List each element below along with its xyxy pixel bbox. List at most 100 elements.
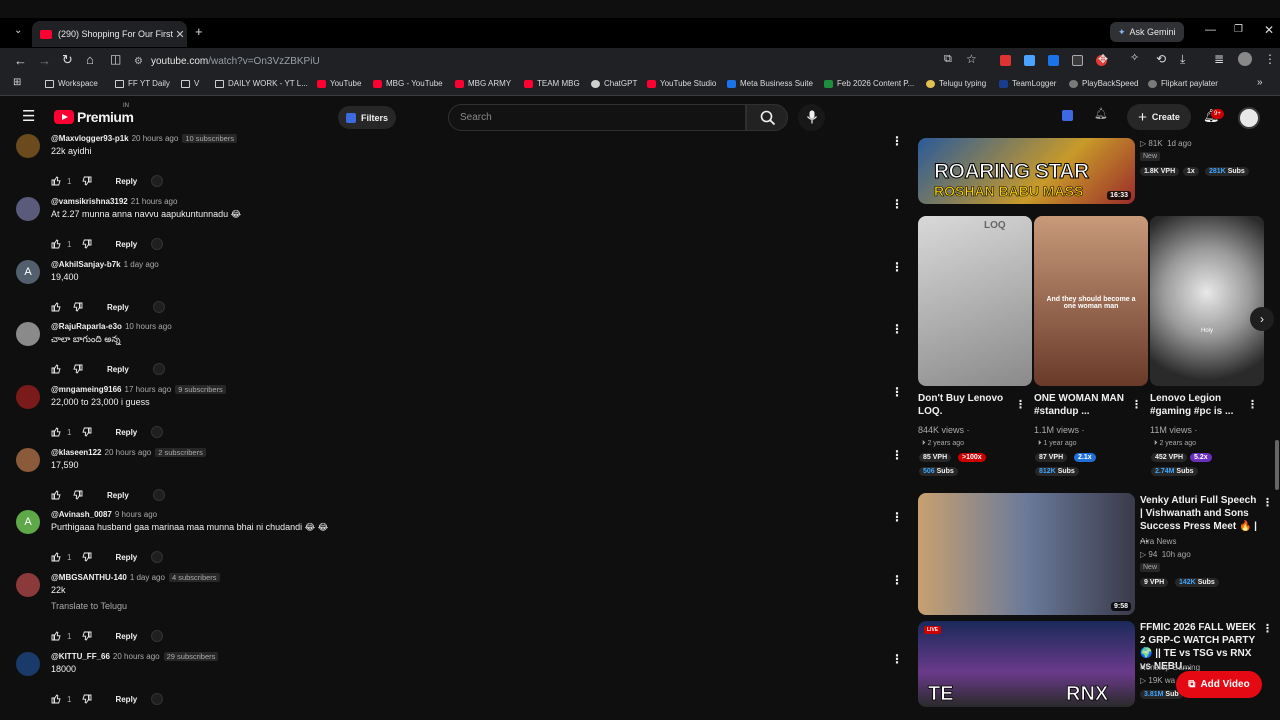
comment-timestamp[interactable]: 10 hours ago <box>125 322 172 331</box>
bell-outline-icon[interactable]: 🔔︎ <box>1094 109 1108 120</box>
comment-timestamp[interactable]: 17 hours ago <box>125 385 172 394</box>
bookmark-item[interactable]: YouTube Studio <box>647 79 716 88</box>
commenter-username[interactable]: @MBGSANTHU-140 <box>51 573 127 582</box>
like-button[interactable]: 1 <box>51 631 71 641</box>
bookmark-item[interactable]: PlayBackSpeed <box>1069 79 1138 88</box>
like-button[interactable]: 1 <box>51 694 71 704</box>
reply-button[interactable]: Reply <box>107 365 129 374</box>
site-info-icon[interactable]: ⚙ <box>134 56 143 67</box>
reply-button[interactable]: Reply <box>115 695 137 704</box>
comment-more-options-icon[interactable]: ⋮ <box>891 573 903 587</box>
media-controls-icon[interactable]: ≣ <box>1214 53 1224 65</box>
comment-timestamp[interactable]: 20 hours ago <box>113 652 160 661</box>
like-button[interactable]: 1 <box>51 427 71 437</box>
comment-more-options-icon[interactable]: ⋮ <box>891 510 903 524</box>
extension-toolbar-icon[interactable] <box>1062 110 1073 121</box>
short-thumbnail[interactable]: LOQ <box>918 216 1032 386</box>
extension-icon[interactable] <box>1048 55 1059 66</box>
new-tab-icon[interactable]: + <box>195 25 203 38</box>
comment-more-options-icon[interactable]: ⋮ <box>891 385 903 399</box>
bookmark-item[interactable]: Meta Business Suite <box>727 79 813 88</box>
comment-timestamp[interactable]: 20 hours ago <box>132 134 179 143</box>
download-icon[interactable]: ⤓ <box>1180 53 1185 65</box>
close-tab-icon[interactable]: ✕ <box>173 28 187 41</box>
reload-icon[interactable]: ↻ <box>62 53 73 66</box>
dislike-button[interactable] <box>82 552 92 562</box>
bookmark-item[interactable]: FF YT Daily <box>115 79 170 88</box>
commenter-username[interactable]: @RajuRaparla-e3o <box>51 322 122 331</box>
search-input[interactable]: Search <box>448 104 746 131</box>
reply-button[interactable]: Reply <box>107 491 129 500</box>
split-view-icon[interactable]: ◫ <box>110 53 121 65</box>
commenter-avatar[interactable] <box>16 573 40 597</box>
dislike-button[interactable] <box>82 427 92 437</box>
extension-icon[interactable] <box>1072 55 1083 66</box>
create-button[interactable]: + Create <box>1127 104 1191 130</box>
bookmark-star-icon[interactable]: ☆ <box>966 53 977 65</box>
commenter-avatar[interactable] <box>16 134 40 158</box>
commenter-avatar[interactable] <box>16 197 40 221</box>
commenter-avatar[interactable] <box>16 448 40 472</box>
creator-heart-icon[interactable] <box>152 489 165 501</box>
comment-more-options-icon[interactable]: ⋮ <box>891 197 903 211</box>
like-button[interactable]: 1 <box>51 176 71 186</box>
commenter-avatar[interactable]: A <box>16 260 40 284</box>
comment-timestamp[interactable]: 9 hours ago <box>115 510 157 519</box>
short-thumbnail[interactable]: Holy <box>1150 216 1264 386</box>
forward-icon[interactable]: → <box>38 54 51 67</box>
commenter-username[interactable]: @AkhilSanjay-b7k <box>51 260 121 269</box>
like-button[interactable] <box>51 302 61 312</box>
comment-timestamp[interactable]: 1 day ago <box>124 260 159 269</box>
commenter-username[interactable]: @klaseen122 <box>51 448 102 457</box>
comment-timestamp[interactable]: 20 hours ago <box>105 448 152 457</box>
like-button[interactable] <box>51 490 61 500</box>
video-thumbnail[interactable]: 9:58 <box>918 493 1135 615</box>
ask-gemini-toolbar-icon[interactable]: ✧ <box>1130 53 1139 64</box>
comment-more-options-icon[interactable]: ⋮ <box>891 448 903 462</box>
creator-heart-icon[interactable] <box>151 175 164 187</box>
back-icon[interactable]: ← <box>14 54 27 67</box>
page-scrollbar[interactable] <box>1275 440 1279 490</box>
like-button[interactable] <box>51 364 61 374</box>
voice-search-button[interactable] <box>798 104 825 131</box>
comment-more-options-icon[interactable]: ⋮ <box>891 134 903 148</box>
reply-button[interactable]: Reply <box>115 240 137 249</box>
close-window-icon[interactable]: ✕ <box>1264 24 1274 36</box>
extension-icon[interactable] <box>1024 55 1035 66</box>
address-bar[interactable]: ⚙ youtube.com/watch?v=On3VzZBKPiU <box>134 50 990 72</box>
bookmark-item[interactable]: TeamLogger <box>999 79 1056 88</box>
bookmark-item[interactable]: V <box>181 79 199 88</box>
search-button[interactable] <box>746 104 788 131</box>
reply-button[interactable]: Reply <box>115 177 137 186</box>
more-options-icon[interactable]: ⋮ <box>1262 622 1273 635</box>
extension-icon[interactable] <box>1000 55 1011 66</box>
commenter-avatar[interactable] <box>16 652 40 676</box>
more-bookmarks-chevron-icon[interactable]: » <box>1257 78 1263 88</box>
commenter-username[interactable]: @KITTU_FF_66 <box>51 652 110 661</box>
creator-heart-icon[interactable] <box>151 426 164 438</box>
creator-heart-icon[interactable] <box>151 551 164 563</box>
ask-gemini-button[interactable]: ✦ Ask Gemini <box>1110 22 1184 42</box>
account-avatar[interactable] <box>1238 107 1260 129</box>
more-options-icon[interactable]: ⋮ <box>1131 398 1142 411</box>
commenter-avatar[interactable] <box>16 322 40 346</box>
apps-grid-icon[interactable]: ⊞ <box>13 78 21 88</box>
more-options-icon[interactable]: ⋮ <box>1015 398 1026 411</box>
hamburger-menu-icon[interactable]: ☰ <box>22 109 35 124</box>
creator-heart-icon[interactable] <box>151 238 164 250</box>
reply-button[interactable]: Reply <box>115 428 137 437</box>
install-app-icon[interactable]: ⧉ <box>944 54 952 65</box>
extensions-puzzle-icon[interactable]: ✥ <box>1098 53 1108 65</box>
bookmark-item[interactable]: Feb 2026 Content P... <box>824 79 914 88</box>
browser-tab[interactable]: (290) Shopping For Our First Ini ✕ <box>32 21 187 47</box>
commenter-username[interactable]: @Maxvlogger93-p1k <box>51 134 129 143</box>
like-button[interactable]: 1 <box>51 552 71 562</box>
creator-heart-icon[interactable] <box>151 693 164 705</box>
bookmark-item[interactable]: MBG - YouTube <box>373 79 443 88</box>
bookmark-item[interactable]: ChatGPT <box>591 79 637 88</box>
minimize-icon[interactable]: — <box>1205 25 1216 36</box>
video-thumbnail[interactable]: ROARING STAR ROSHAN BABU MASS 16:33 <box>918 138 1135 204</box>
filters-button[interactable]: Filters <box>338 106 396 129</box>
profile-avatar-icon[interactable] <box>1238 52 1252 66</box>
dislike-button[interactable] <box>82 239 92 249</box>
